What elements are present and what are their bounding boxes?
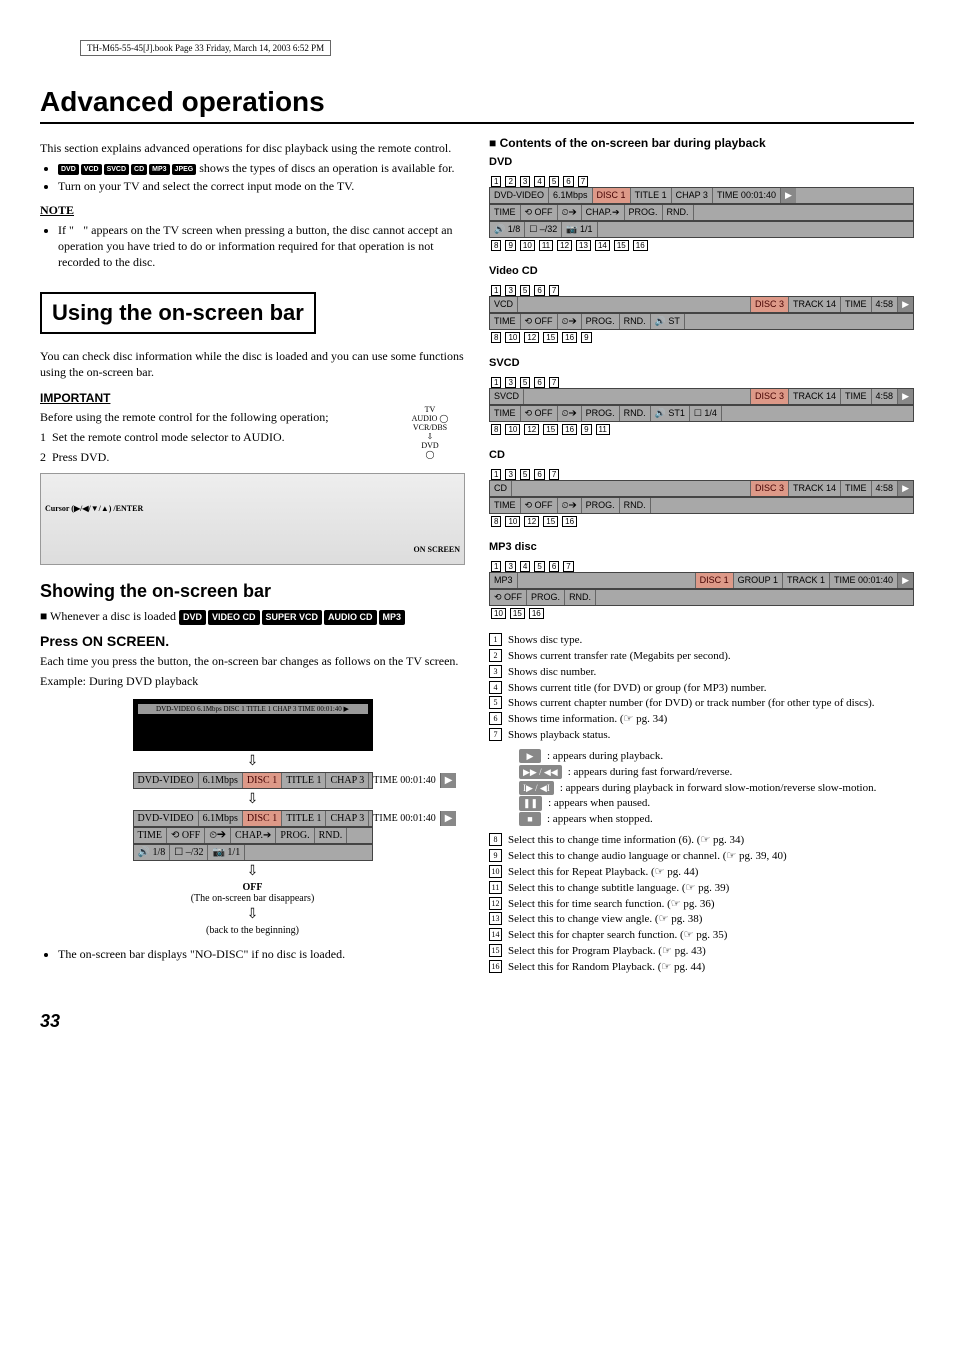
contents-heading: ■ Contents of the on-screen bar during p… bbox=[489, 136, 914, 150]
dvd-label: DVD bbox=[489, 156, 914, 168]
section-box-using-osd: Using the on-screen bar bbox=[40, 292, 316, 334]
important-heading: IMPORTANT bbox=[40, 391, 465, 405]
svcd-label: SVCD bbox=[489, 357, 914, 369]
cursor-label: Cursor (▶/◀/▼/▲) /ENTER bbox=[45, 504, 143, 513]
playback-status-icon: ❚❚ bbox=[519, 796, 542, 810]
playback-status-icon: ▶▶ / ◀◀ bbox=[519, 765, 562, 779]
legend-list-2: 8Select this to change time information … bbox=[489, 833, 914, 975]
section1-p1: You can check disc information while the… bbox=[40, 348, 465, 380]
vcd-label: Video CD bbox=[489, 265, 914, 277]
down-arrow-icon: ⇩ bbox=[133, 753, 373, 770]
onscreen-label: ON SCREEN bbox=[414, 545, 460, 554]
intro-badges-text: shows the types of discs an operation is… bbox=[199, 161, 454, 175]
page-number: 33 bbox=[40, 1011, 914, 1032]
example-label: Example: During DVD playback bbox=[40, 673, 465, 689]
vcd-osd-bar: 13567 VCDDISC 3TRACK 14TIME4:58▶ TIME⟲ O… bbox=[489, 283, 914, 343]
press-desc: Each time you press the button, the on-s… bbox=[40, 653, 465, 669]
dvd-osd-bar: 1234567 DVD-VIDEO6.1MbpsDISC 1TITLE 1CHA… bbox=[489, 174, 914, 251]
down-arrow-icon: ⇩ bbox=[133, 791, 373, 808]
cd-osd-bar: 13567 CDDISC 3TRACK 14TIME4:58▶ TIME⟲ OF… bbox=[489, 467, 914, 527]
status-icon-list: ▶: appears during playback.▶▶ / ◀◀: appe… bbox=[489, 749, 914, 827]
example-sequence: DVD-VIDEO 6.1Mbps DISC 1 TITLE 1 CHAP 3 … bbox=[133, 699, 373, 936]
whenever-loaded: ■ Whenever a disc is loaded DVD VIDEO CD… bbox=[40, 608, 465, 625]
off-sub: (The on-screen bar disappears) bbox=[133, 893, 373, 904]
showing-heading: Showing the on-screen bar bbox=[40, 581, 465, 602]
intro-bullet-badges: DVDVCDSVCDCDMP3JPEG shows the types of d… bbox=[58, 160, 465, 176]
playback-status-icon: I▶ / ◀I bbox=[519, 781, 554, 795]
mp3-osd-bar: 134567 MP3DISC 1GROUP 1TRACK 1TIME 00:01… bbox=[489, 559, 914, 619]
off-label: OFF bbox=[243, 882, 263, 893]
playback-status-icon: ■ bbox=[519, 812, 541, 826]
legend-list-1: 1Shows disc type.2Shows current transfer… bbox=[489, 633, 914, 743]
note-text: If "⃠" appears on the TV screen when pre… bbox=[58, 222, 465, 271]
back-label: (back to the beginning) bbox=[133, 925, 373, 936]
down-arrow-icon: ⇩ bbox=[133, 863, 373, 880]
down-arrow-icon: ⇩ bbox=[133, 906, 373, 923]
title-rule bbox=[40, 122, 914, 124]
intro-bullet-tv: Turn on your TV and select the correct i… bbox=[58, 178, 465, 194]
note-heading: NOTE bbox=[40, 203, 465, 218]
remote-diagram: Cursor (▶/◀/▼/▲) /ENTER ON SCREEN bbox=[40, 473, 465, 565]
mp3-label: MP3 disc bbox=[489, 541, 914, 553]
no-disc-note: The on-screen bar displays "NO-DISC" if … bbox=[58, 946, 465, 962]
cd-label: CD bbox=[489, 449, 914, 461]
book-header-meta: TH-M65-55-45[J].book Page 33 Friday, Mar… bbox=[80, 40, 331, 56]
press-on-screen: Press ON SCREEN. bbox=[40, 633, 465, 649]
page-title: Advanced operations bbox=[40, 86, 914, 118]
disc-type-badges: DVDVCDSVCDCDMP3JPEG bbox=[58, 164, 196, 175]
intro-paragraph: This section explains advanced operation… bbox=[40, 140, 465, 156]
playback-status-icon: ▶ bbox=[519, 749, 541, 763]
svcd-osd-bar: 13567 SVCDDISC 3TRACK 14TIME4:58▶ TIME⟲ … bbox=[489, 375, 914, 435]
mode-selector-diagram: TV AUDIO ◯ VCR/DBS ⇩ DVD ◯ bbox=[395, 405, 465, 459]
